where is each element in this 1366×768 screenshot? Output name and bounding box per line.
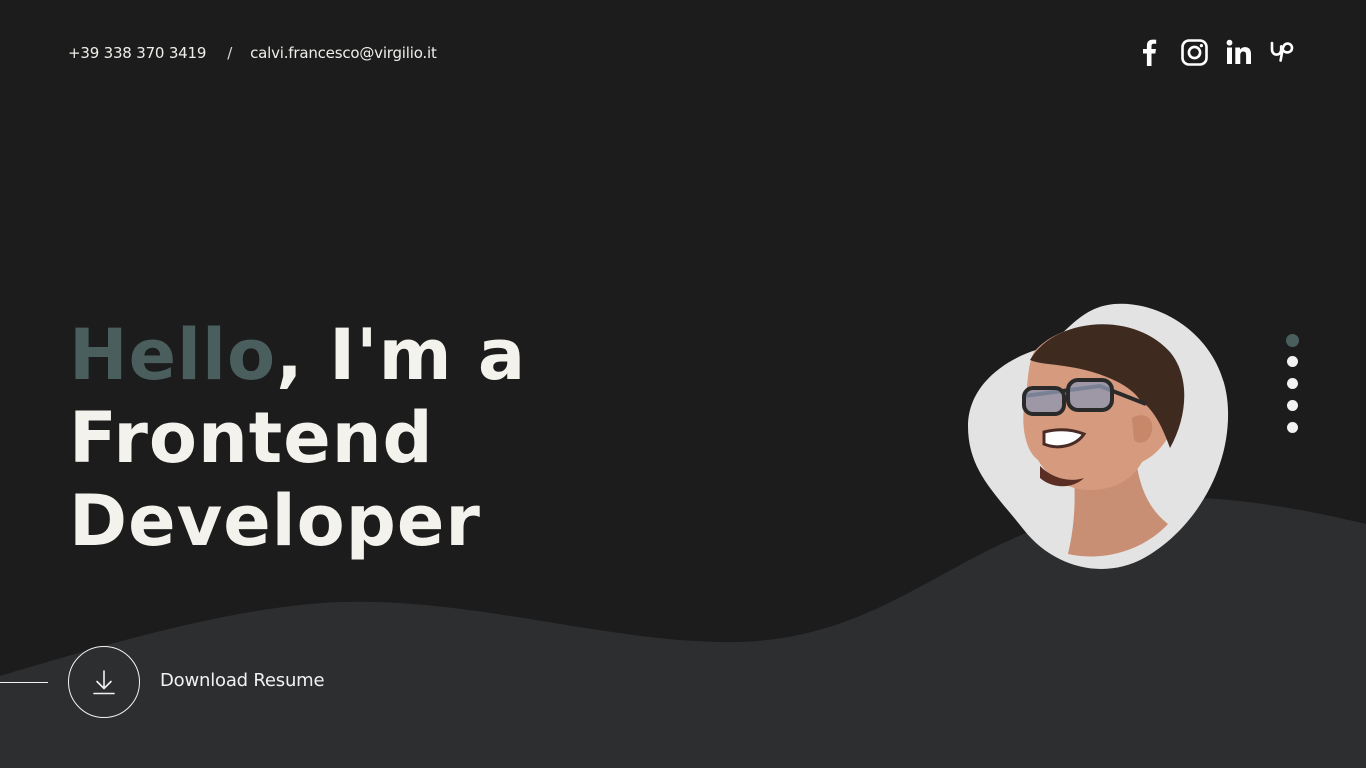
linkedin-icon (1226, 39, 1251, 64)
phone-link[interactable]: +39 338 370 3419 (68, 44, 206, 62)
hero-heading: Hello, I'm a Frontend Developer (69, 314, 526, 563)
facebook-link[interactable] (1135, 37, 1163, 67)
slide-nav-dot-2[interactable] (1287, 356, 1298, 367)
slide-nav-dot-3[interactable] (1287, 378, 1298, 389)
download-resume-label[interactable]: Download Resume (160, 670, 325, 691)
instagram-link[interactable] (1180, 37, 1208, 67)
upwork-link[interactable] (1270, 37, 1298, 67)
linkedin-link[interactable] (1225, 37, 1253, 67)
contact-separator: / (227, 44, 233, 62)
slide-nav-dot-1[interactable] (1286, 334, 1299, 347)
email-link[interactable]: calvi.francesco@virgilio.it (250, 44, 437, 62)
hero-hello: Hello (69, 314, 277, 396)
download-resume-button[interactable] (68, 646, 140, 718)
hero-role-line-1: Frontend (69, 397, 434, 479)
contact-bar: +39 338 370 3419 / calvi.francesco@virgi… (68, 42, 437, 64)
slide-nav-dot-5[interactable] (1287, 422, 1298, 433)
profile-avatar (968, 303, 1229, 569)
hero-role-line-2: Developer (69, 480, 481, 562)
social-links (1135, 37, 1298, 67)
facebook-icon (1143, 39, 1157, 66)
download-line (0, 682, 48, 683)
upwork-icon (1270, 41, 1294, 62)
instagram-icon (1180, 38, 1208, 66)
slide-nav-dot-4[interactable] (1287, 400, 1298, 411)
slide-nav (1286, 334, 1299, 444)
download-icon (93, 670, 115, 695)
hero-intro: , I'm a (276, 314, 527, 396)
